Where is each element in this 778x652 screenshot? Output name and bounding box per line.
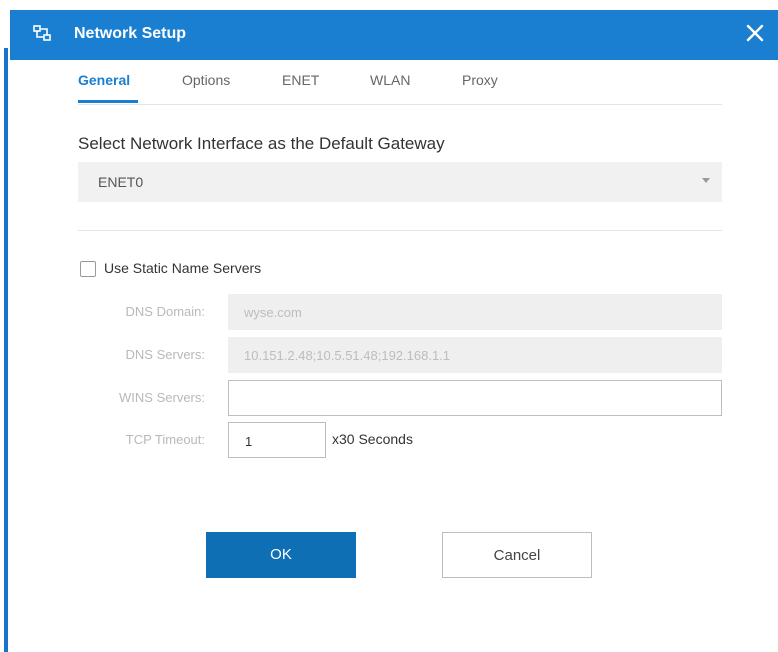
network-icon bbox=[33, 25, 51, 41]
dialog-title: Network Setup bbox=[74, 25, 187, 42]
cancel-button[interactable]: Cancel bbox=[442, 532, 592, 578]
active-tab-indicator bbox=[78, 100, 138, 103]
tcp-timeout-value: 1 bbox=[245, 434, 253, 449]
background-window-border bbox=[4, 48, 8, 652]
tcp-timeout-field[interactable]: 1 bbox=[228, 422, 326, 458]
title-bar: Network Setup bbox=[10, 10, 778, 60]
dns-servers-label: DNS Servers: bbox=[125, 347, 205, 362]
divider bbox=[78, 230, 722, 231]
dns-servers-value: 10.151.2.48;10.5.51.48;192.168.1.1 bbox=[244, 348, 451, 363]
gateway-select-value: ENET0 bbox=[98, 174, 144, 190]
static-name-servers-checkbox[interactable] bbox=[80, 261, 96, 277]
tab-general[interactable]: General bbox=[78, 72, 130, 88]
tab-options[interactable]: Options bbox=[182, 72, 230, 88]
chevron-down-icon bbox=[702, 178, 710, 183]
close-icon[interactable] bbox=[742, 20, 768, 46]
gateway-label: Select Network Interface as the Default … bbox=[78, 134, 445, 153]
tcp-timeout-suffix: x30 Seconds bbox=[332, 431, 413, 447]
tab-bar: General Options ENET WLAN Proxy bbox=[78, 64, 722, 105]
ok-button[interactable]: OK bbox=[206, 532, 356, 578]
network-setup-dialog: Network Setup General Options ENET WLAN … bbox=[10, 0, 778, 652]
static-name-servers-label: Use Static Name Servers bbox=[104, 260, 262, 276]
gateway-select[interactable]: ENET0 bbox=[78, 162, 722, 202]
tab-enet[interactable]: ENET bbox=[282, 72, 319, 88]
dns-domain-value: wyse.com bbox=[244, 305, 302, 320]
tcp-timeout-label: TCP Timeout: bbox=[125, 432, 205, 447]
tab-wlan[interactable]: WLAN bbox=[370, 72, 410, 88]
dns-domain-label: DNS Domain: bbox=[125, 304, 205, 319]
wins-servers-field[interactable] bbox=[228, 380, 722, 416]
dns-domain-field: wyse.com bbox=[228, 294, 722, 330]
background-window-edge bbox=[0, 0, 10, 652]
tab-proxy[interactable]: Proxy bbox=[462, 72, 498, 88]
dns-servers-field: 10.151.2.48;10.5.51.48;192.168.1.1 bbox=[228, 337, 722, 373]
wins-servers-label: WINS Servers: bbox=[119, 390, 205, 405]
